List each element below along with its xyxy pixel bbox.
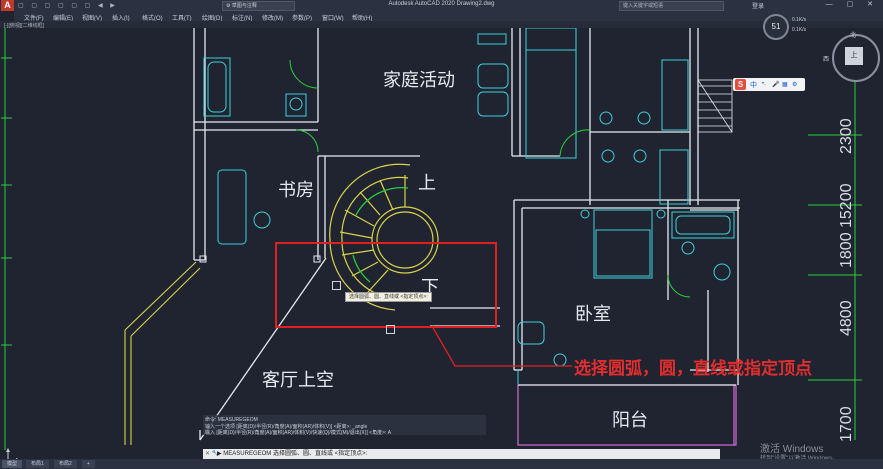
ime-toolbar[interactable]: S 中 •, 🎤 ▦ ⚙ <box>733 78 805 91</box>
label-study: 书房 <box>278 180 314 201</box>
app-title: Autodesk AutoCAD 2020 Drawing2.dwg <box>388 1 495 7</box>
tutorial-annotation: 选择圆弧，圆，直线或指定顶点 <box>574 359 812 379</box>
floor-plan[interactable] <box>0 28 883 459</box>
tab-layout2[interactable]: 布局2 <box>54 460 77 468</box>
left-dimension-line <box>1 28 12 450</box>
dimension-1800: 1800 <box>838 232 855 268</box>
dimension-1700: 1700 <box>838 406 855 442</box>
command-line[interactable]: ✕ 🔧 ▶ MEASUREGEOM 选择圆弧、圆、直线或 <指定顶点>: <box>203 449 720 459</box>
annotation-leader <box>431 325 572 367</box>
download-speed: 0.1K/s <box>792 27 807 33</box>
menu-bar: 文件(F) 编辑(E) 视图(V) 插入(I) 格式(O) 工具(T) 绘图(D… <box>14 11 883 22</box>
keyboard-icon[interactable]: ▦ <box>782 81 788 88</box>
settings-icon[interactable]: ⚙ <box>792 81 797 88</box>
viewcube[interactable]: 北 西 上 <box>823 30 880 90</box>
history-line: 输入 [距离(D)/半径(R)/角度(A)/面积(AR)/体积(V)/快速(Q)… <box>205 430 392 436</box>
label-balcony: 阳台 <box>612 410 648 431</box>
upload-speed: 0.1K/s <box>792 17 807 23</box>
dimension-4800: 4800 <box>838 300 855 336</box>
tab-layout1[interactable]: 布局1 <box>26 460 49 468</box>
compass-west[interactable]: 西 <box>823 54 829 63</box>
dynamic-input-tooltip: 选择圆弧、圆、直线或 <指定顶点>: <box>345 292 432 302</box>
microphone-icon[interactable]: 🎤 <box>772 81 779 88</box>
command-input[interactable]: ▶ MEASUREGEOM 选择圆弧、圆、直线或 <指定顶点>: <box>217 449 367 459</box>
sign-in-button[interactable]: 登录 <box>752 1 764 10</box>
left-window <box>124 261 201 445</box>
fixtures <box>203 28 735 384</box>
highlight-rectangle <box>275 242 497 328</box>
viewcube-top-face[interactable]: 上 <box>845 47 863 65</box>
tab-model[interactable]: 模型 <box>2 460 23 468</box>
add-layout-button[interactable]: + <box>82 460 95 468</box>
window-controls[interactable]: — ▢ ✕ <box>826 0 879 8</box>
cursor-pickbox <box>386 325 395 334</box>
chinese-mode-toggle[interactable]: 中 <box>750 80 757 90</box>
punctuation-icon[interactable]: •, <box>762 81 766 87</box>
sogou-icon[interactable]: S <box>735 79 746 90</box>
label-living-void: 客厅上空 <box>262 370 334 391</box>
column-marker <box>313 255 321 263</box>
network-speed-widget: 51 0.1K/s 0.1K/s <box>763 14 813 40</box>
history-line: 命令: MEASUREGEOM <box>205 417 258 423</box>
status-bar: 模型 布局1 布局2 + <box>0 459 883 469</box>
door-swings <box>289 59 691 298</box>
pick-box <box>332 281 341 290</box>
viewport-controls[interactable]: [-][俯视][二维线框] <box>0 21 883 29</box>
compass-north[interactable]: 北 <box>850 30 856 39</box>
title-bar: A ▢ ▢ ▢ ▢ ▢ ▢ ◀ ▶ ⚙ 草图与注释 Autodesk AutoC… <box>0 0 883 11</box>
label-up: 上 <box>418 173 436 194</box>
percent-circle: 51 <box>763 14 789 40</box>
right-stair <box>697 79 733 133</box>
dimension-15200: 15200 <box>838 183 855 229</box>
dimension-2300: 2300 <box>838 118 855 154</box>
label-bedroom: 卧室 <box>575 304 611 325</box>
drawing-canvas[interactable]: 家庭活动 书房 上 下 卧室 客厅上空 阳台 2300 15200 1800 4… <box>0 28 883 462</box>
command-history: 命令: MEASUREGEOM 输入一个选项 [距离(D)/半径(R)/角度(A… <box>203 415 486 436</box>
search-input[interactable]: 键入关键字或短语 <box>619 1 724 11</box>
label-family-activity: 家庭活动 <box>383 70 455 91</box>
